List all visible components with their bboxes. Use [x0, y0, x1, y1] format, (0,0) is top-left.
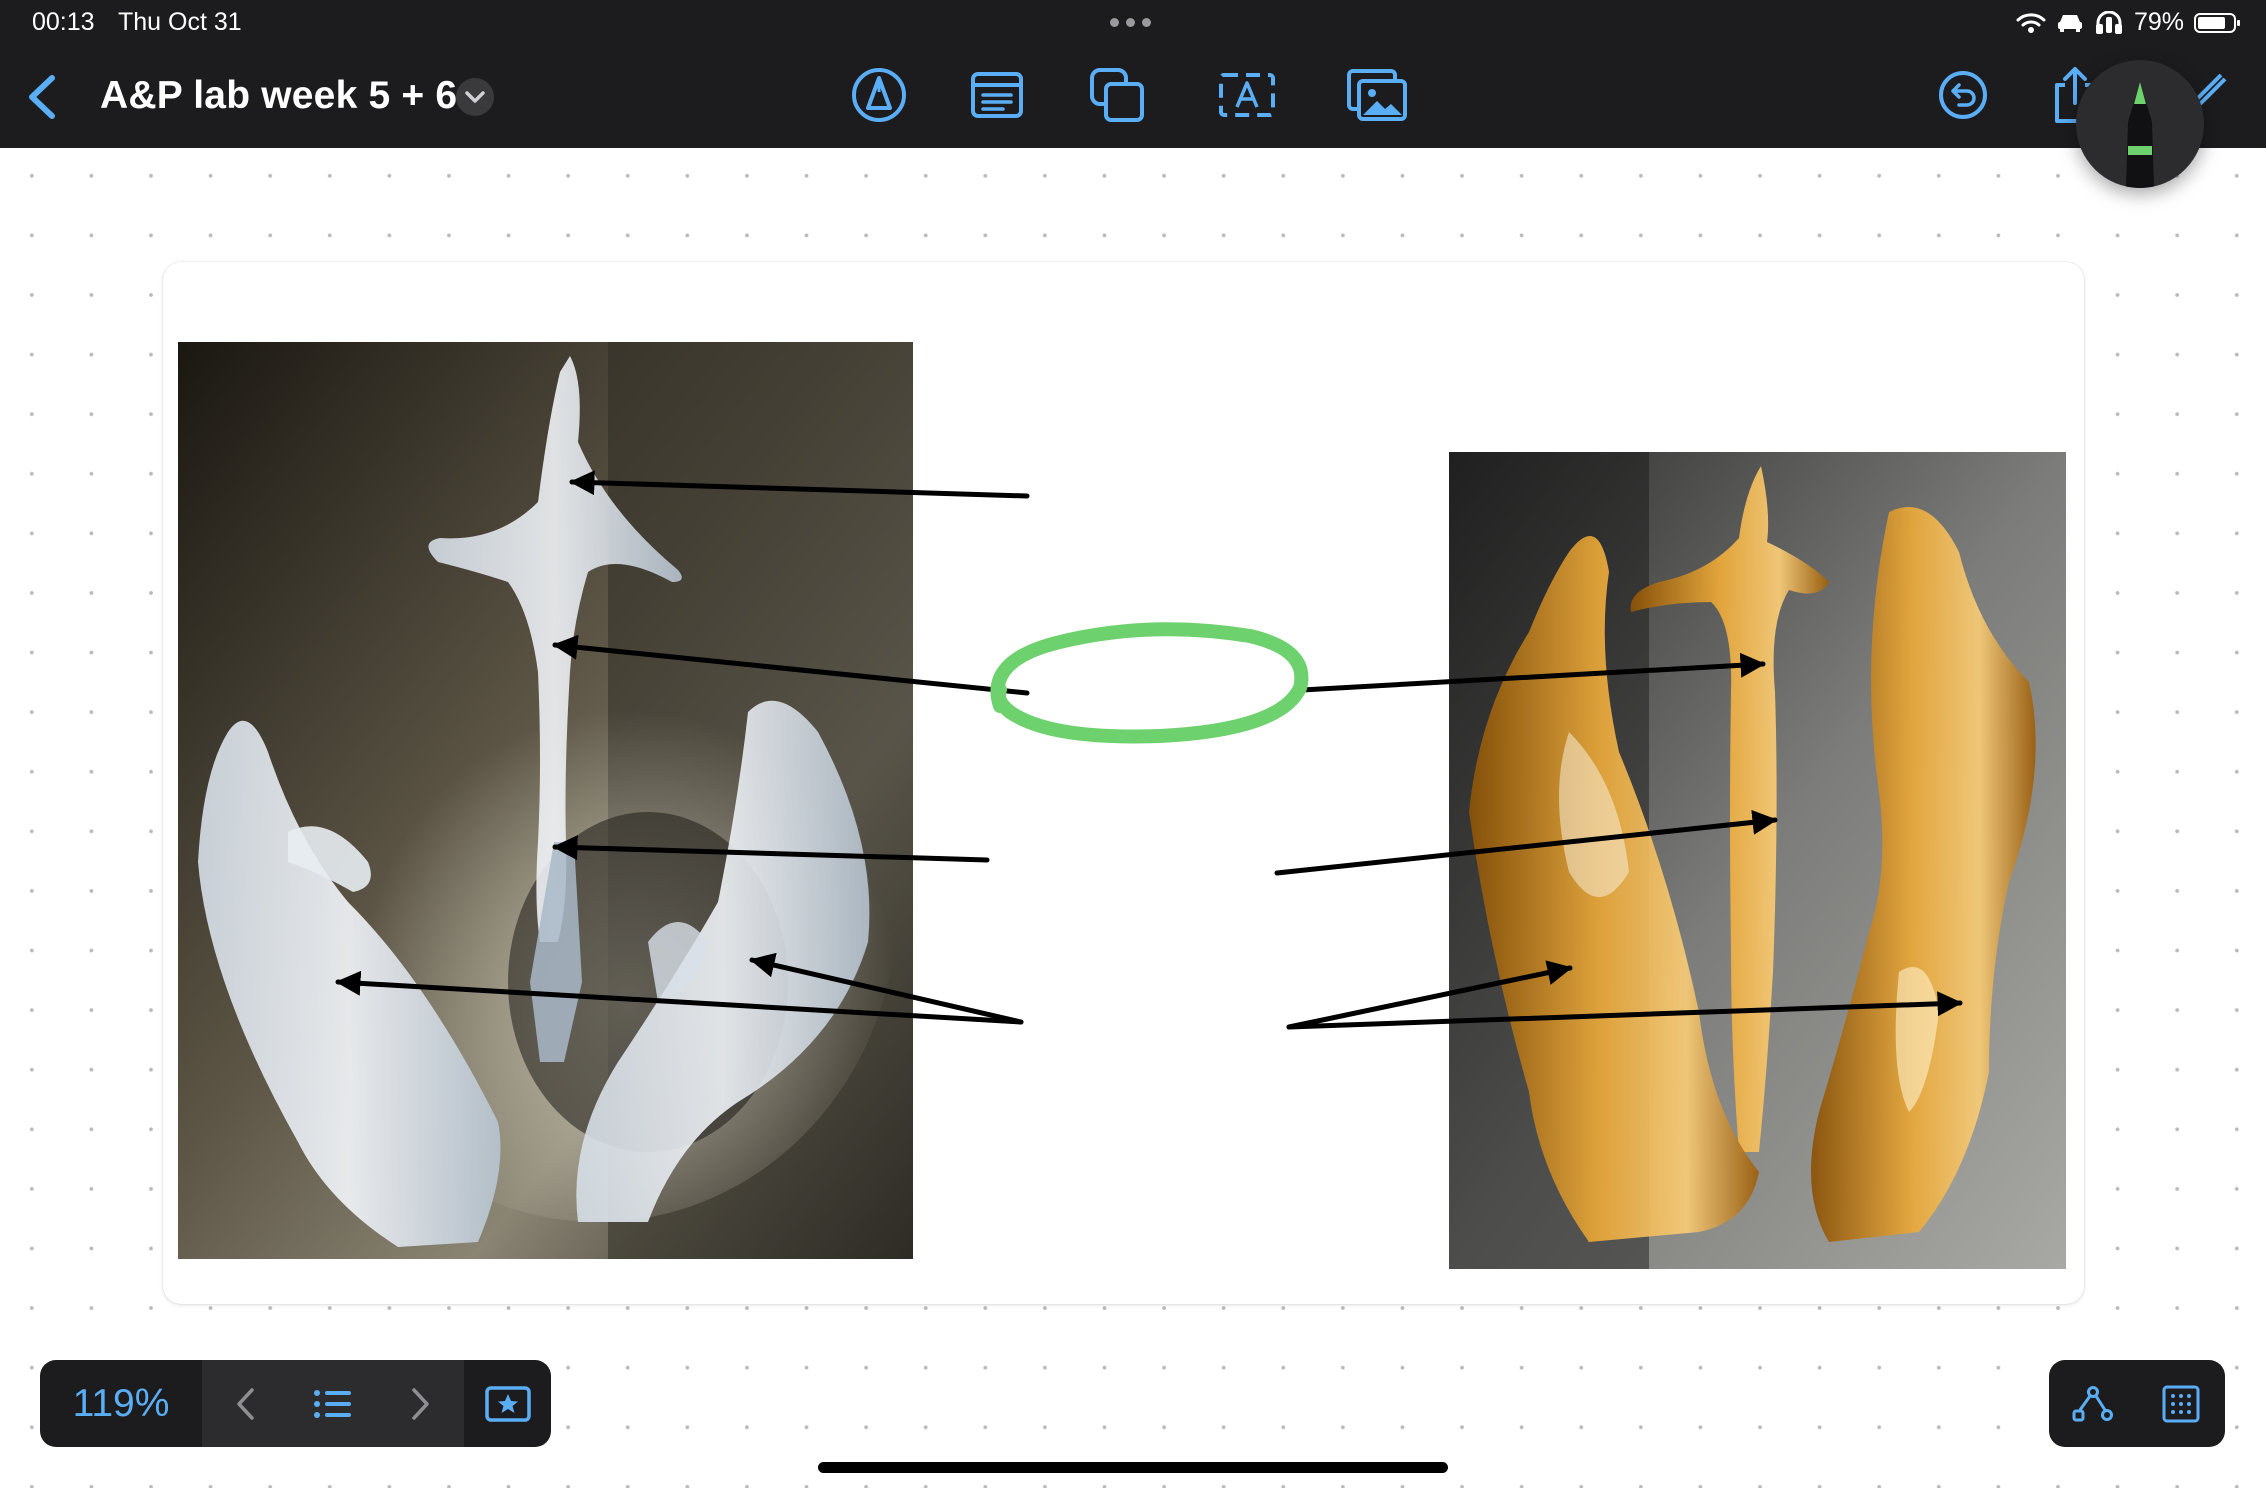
pen-tool-icon	[852, 68, 906, 122]
page-navigation-bar: 119%	[40, 1360, 551, 1447]
status-date: Thu Oct 31	[118, 8, 242, 36]
top-bar: 00:13 Thu Oct 31 79% A&P lab week 5 + 6	[0, 0, 2266, 148]
previous-page-button[interactable]	[202, 1360, 289, 1447]
pencil-tool-button[interactable]	[2076, 60, 2204, 188]
canvas-tools-bar	[2049, 1360, 2225, 1447]
list-icon	[313, 1389, 351, 1418]
connector-button[interactable]	[2049, 1360, 2137, 1447]
chevron-right-icon	[411, 1387, 429, 1420]
chevron-left-icon	[29, 75, 55, 119]
shapes-icon	[1090, 68, 1144, 122]
headphones-icon	[2094, 10, 2124, 35]
car-icon	[2056, 12, 2084, 34]
wifi-icon	[2016, 12, 2046, 34]
title-menu-button[interactable]	[456, 78, 494, 116]
connector-icon	[2072, 1385, 2113, 1421]
status-time: 00:13	[32, 8, 95, 36]
chevron-down-icon	[465, 91, 485, 103]
pen-tool-button[interactable]	[848, 64, 910, 126]
insert-image-button[interactable]	[1346, 64, 1408, 126]
multitasking-dots-icon[interactable]	[1110, 18, 1151, 27]
sticky-note-button[interactable]	[966, 64, 1028, 126]
battery-percent: 79%	[2133, 8, 2184, 36]
grid-button[interactable]	[2137, 1360, 2225, 1447]
star-icon	[484, 1385, 531, 1422]
pencil-icon	[2126, 82, 2154, 188]
larynx-model-amber-photo[interactable]	[1449, 452, 2066, 1269]
home-indicator[interactable]	[818, 1462, 1448, 1473]
undo-button[interactable]	[1932, 64, 1994, 126]
chevron-left-icon	[236, 1387, 254, 1420]
insert-image-icon	[1347, 69, 1407, 121]
document-title[interactable]: A&P lab week 5 + 6	[100, 74, 457, 118]
back-button[interactable]	[18, 70, 68, 124]
text-box-button[interactable]	[1216, 64, 1278, 126]
page-list-button[interactable]	[289, 1360, 376, 1447]
battery-icon	[2194, 12, 2240, 33]
grid-icon	[2162, 1385, 2200, 1422]
undo-icon	[1939, 71, 1987, 119]
status-indicators: 79%	[2016, 8, 2240, 37]
text-box-icon	[1219, 73, 1275, 117]
next-page-button[interactable]	[376, 1360, 463, 1447]
battery-level-fill	[2198, 16, 2225, 29]
zoom-level[interactable]: 119%	[40, 1360, 202, 1447]
larynx-model-clear-photo[interactable]	[178, 342, 913, 1259]
favorites-button[interactable]	[464, 1360, 551, 1447]
shapes-button[interactable]	[1086, 64, 1148, 126]
sticky-note-icon	[971, 72, 1023, 118]
